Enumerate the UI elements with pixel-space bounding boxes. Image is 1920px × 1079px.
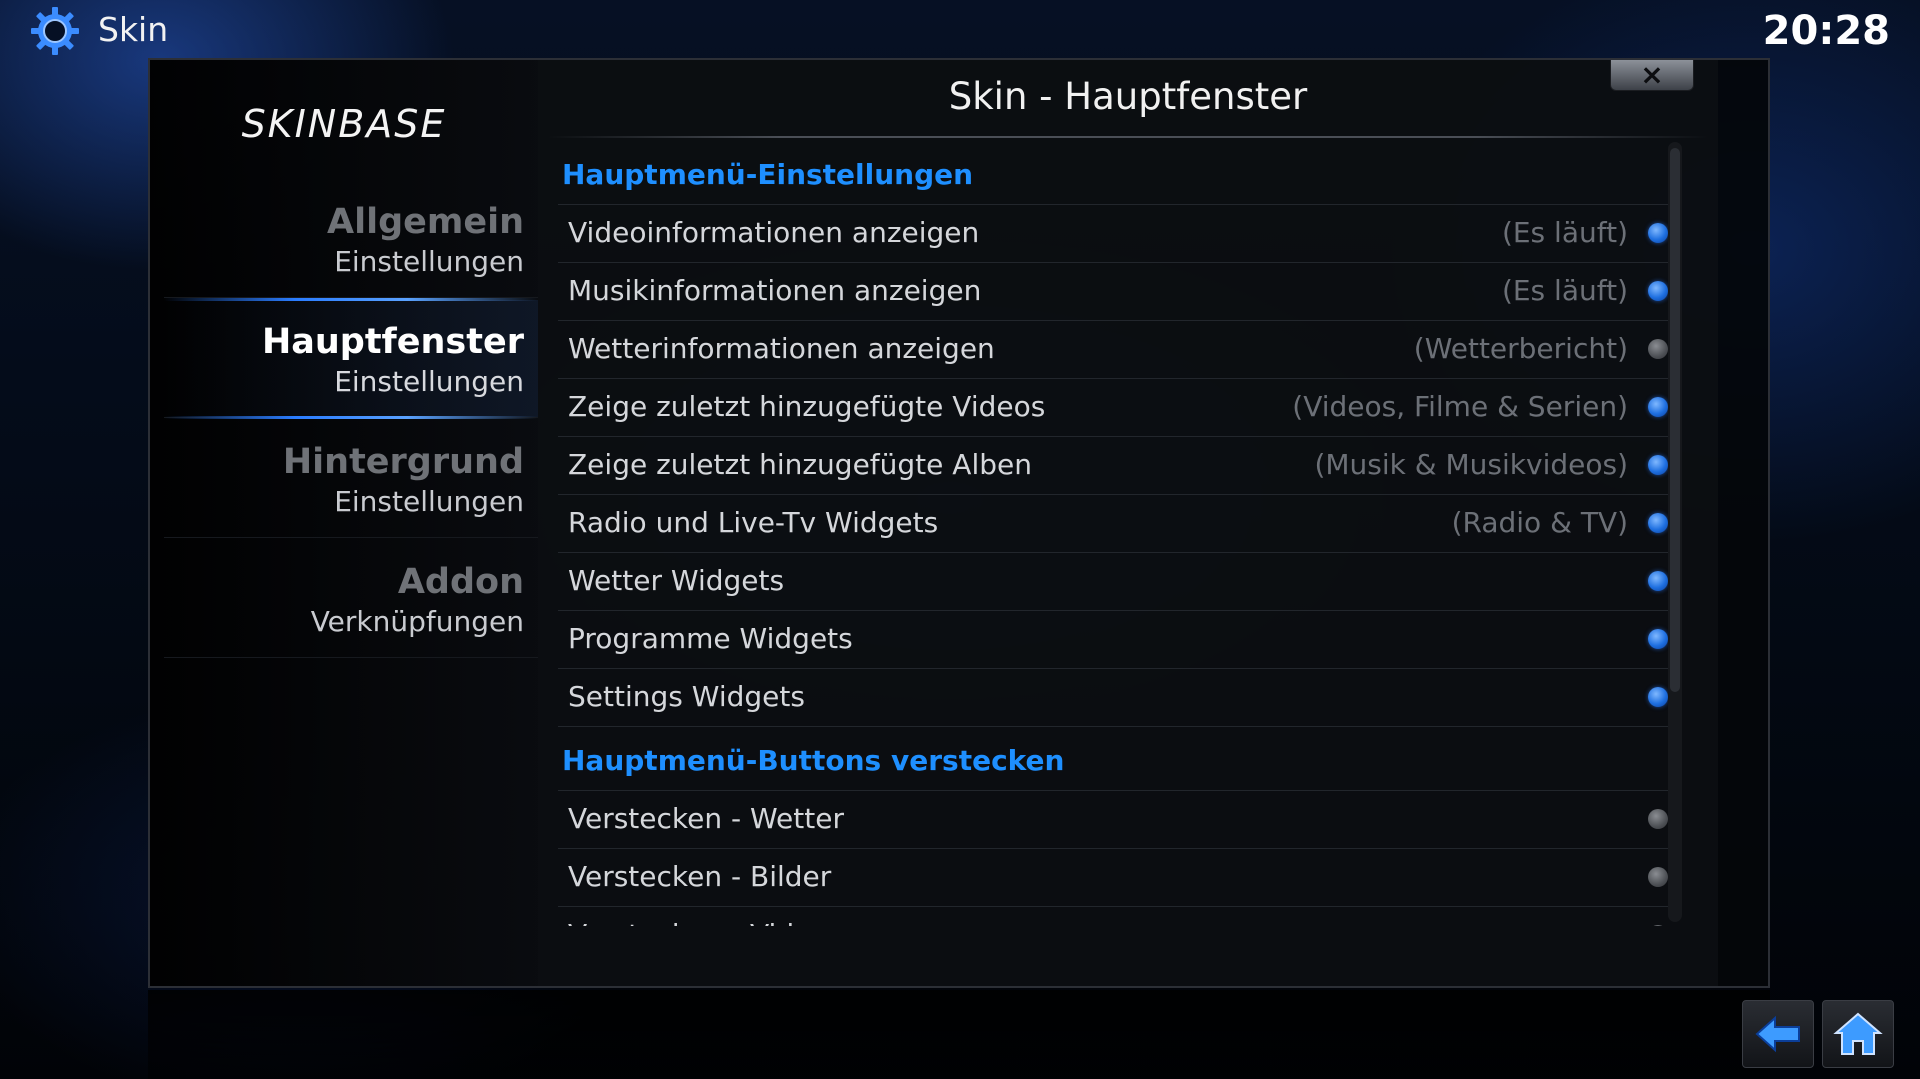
radio-toggle-on[interactable] bbox=[1648, 281, 1668, 301]
footer-bar bbox=[148, 990, 1770, 1079]
setting-label: Wetterinformationen anzeigen bbox=[568, 332, 995, 365]
settings-list[interactable]: Hauptmenü-Einstellungen Videoinformation… bbox=[558, 146, 1678, 926]
setting-row-settings-widgets[interactable]: Settings Widgets bbox=[558, 668, 1678, 727]
home-button[interactable] bbox=[1822, 1000, 1894, 1068]
radio-toggle-on[interactable] bbox=[1648, 687, 1668, 707]
gear-icon bbox=[31, 7, 79, 55]
screen: Skin 20:28 SKINBASE Allgemein Einstellun… bbox=[0, 0, 1920, 1079]
setting-value: (Radio & TV) bbox=[1451, 506, 1628, 539]
setting-label: Verstecken - Wetter bbox=[568, 802, 844, 835]
radio-toggle-on[interactable] bbox=[1648, 629, 1668, 649]
sidebar-item-title: Hauptfenster bbox=[261, 322, 524, 362]
setting-row-program-widgets[interactable]: Programme Widgets bbox=[558, 610, 1678, 669]
skin-logo: SKINBASE bbox=[241, 102, 447, 146]
sidebar-item-hintergrund[interactable]: Hintergrund Einstellungen bbox=[164, 420, 538, 538]
home-icon bbox=[1833, 1012, 1883, 1055]
window-title: Skin bbox=[98, 10, 169, 49]
setting-label: Radio und Live-Tv Widgets bbox=[568, 506, 939, 539]
setting-value: (Videos, Filme & Serien) bbox=[1292, 390, 1628, 423]
back-button[interactable] bbox=[1742, 1000, 1814, 1068]
setting-label: Musikinformationen anzeigen bbox=[568, 274, 982, 307]
setting-row-hide-weather[interactable]: Verstecken - Wetter bbox=[558, 790, 1678, 849]
setting-value: (Es läuft) bbox=[1501, 216, 1628, 249]
radio-toggle-off[interactable] bbox=[1648, 809, 1668, 829]
radio-toggle-off[interactable] bbox=[1648, 925, 1668, 926]
scrollbar-thumb[interactable] bbox=[1670, 148, 1680, 692]
setting-row-hide-videos[interactable]: Verstecken - Videos bbox=[558, 906, 1678, 926]
setting-label: Verstecken - Videos bbox=[568, 906, 843, 926]
radio-toggle-on[interactable] bbox=[1648, 513, 1668, 533]
section-header: Hauptmenü-Buttons verstecken bbox=[558, 732, 1678, 791]
setting-value: (Wetterbericht) bbox=[1413, 332, 1628, 365]
setting-row-radio-tv[interactable]: Radio und Live-Tv Widgets (Radio & TV) bbox=[558, 494, 1678, 553]
scrollbar[interactable] bbox=[1668, 142, 1682, 922]
settings-dialog: SKINBASE Allgemein Einstellungen Hauptfe… bbox=[148, 58, 1770, 988]
settings-panel: Skin - Hauptfenster Hauptmenü-Einstellun… bbox=[538, 60, 1718, 986]
radio-toggle-off[interactable] bbox=[1648, 867, 1668, 887]
setting-label: Settings Widgets bbox=[568, 680, 805, 713]
radio-toggle-on[interactable] bbox=[1648, 397, 1668, 417]
sidebar-item-hauptfenster[interactable]: Hauptfenster Einstellungen bbox=[164, 298, 538, 419]
setting-row-musicinfo[interactable]: Musikinformationen anzeigen (Es läuft) bbox=[558, 262, 1678, 321]
title-divider bbox=[548, 136, 1708, 138]
clock: 20:28 bbox=[1762, 8, 1890, 54]
setting-row-recent-videos[interactable]: Zeige zuletzt hinzugefügte Videos (Video… bbox=[558, 378, 1678, 437]
section-header: Hauptmenü-Einstellungen bbox=[558, 146, 1678, 205]
setting-label: Programme Widgets bbox=[568, 622, 853, 655]
radio-toggle-off[interactable] bbox=[1648, 339, 1668, 359]
sidebar-item-addon[interactable]: Addon Verknüpfungen bbox=[164, 540, 538, 658]
setting-row-hide-pictures[interactable]: Verstecken - Bilder bbox=[558, 848, 1678, 907]
back-arrow-icon bbox=[1755, 1015, 1800, 1053]
sidebar: SKINBASE Allgemein Einstellungen Hauptfe… bbox=[150, 60, 538, 986]
setting-value: (Musik & Musikvideos) bbox=[1314, 448, 1628, 481]
setting-label: Wetter Widgets bbox=[568, 564, 785, 597]
radio-toggle-on[interactable] bbox=[1648, 455, 1668, 475]
setting-label: Zeige zuletzt hinzugefügte Videos bbox=[568, 390, 1046, 423]
setting-label: Videoinformationen anzeigen bbox=[568, 216, 980, 249]
setting-row-videoinfo[interactable]: Videoinformationen anzeigen (Es läuft) bbox=[558, 204, 1678, 263]
radio-toggle-on[interactable] bbox=[1648, 223, 1668, 243]
close-button[interactable]: × bbox=[1610, 60, 1694, 91]
setting-row-weatherinfo[interactable]: Wetterinformationen anzeigen (Wetterberi… bbox=[558, 320, 1678, 379]
sidebar-item-subtitle: Einstellungen bbox=[334, 365, 524, 398]
setting-label: Verstecken - Bilder bbox=[568, 860, 832, 893]
setting-row-weather-widgets[interactable]: Wetter Widgets bbox=[558, 552, 1678, 611]
setting-row-recent-albums[interactable]: Zeige zuletzt hinzugefügte Alben (Musik … bbox=[558, 436, 1678, 495]
setting-label: Zeige zuletzt hinzugefügte Alben bbox=[568, 448, 1032, 481]
panel-title: Skin - Hauptfenster bbox=[948, 75, 1308, 118]
sidebar-item-subtitle: Einstellungen bbox=[334, 245, 524, 278]
radio-toggle-on[interactable] bbox=[1648, 571, 1668, 591]
sidebar-item-title: Addon bbox=[397, 562, 524, 602]
sidebar-item-title: Hintergrund bbox=[282, 442, 524, 482]
setting-value: (Es läuft) bbox=[1501, 274, 1628, 307]
sidebar-item-subtitle: Verknüpfungen bbox=[310, 605, 524, 638]
sidebar-item-allgemein[interactable]: Allgemein Einstellungen bbox=[164, 180, 538, 298]
sidebar-item-title: Allgemein bbox=[327, 202, 524, 242]
sidebar-item-subtitle: Einstellungen bbox=[334, 485, 524, 518]
